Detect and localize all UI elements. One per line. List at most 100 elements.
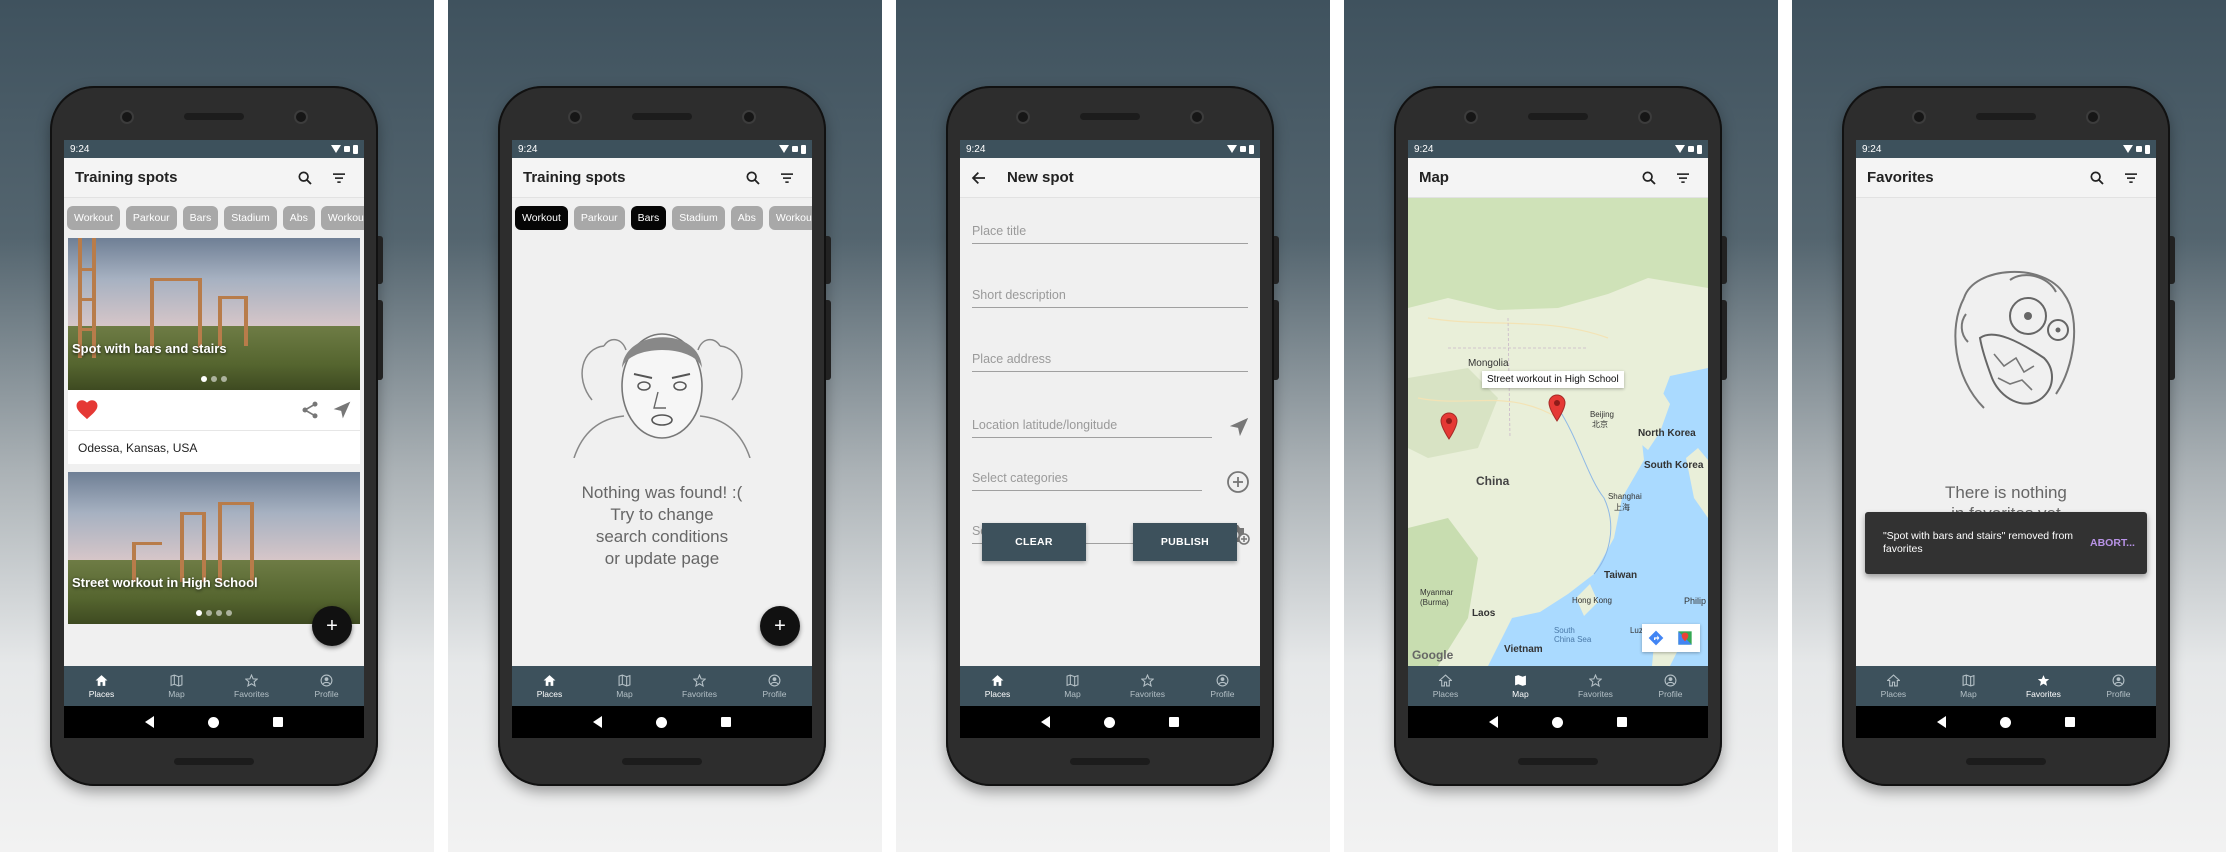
- nav-places[interactable]: Places: [64, 666, 139, 706]
- heart-icon[interactable]: [76, 400, 98, 420]
- add-circle-icon[interactable]: [1226, 470, 1250, 494]
- clear-button[interactable]: CLEAR: [981, 523, 1086, 561]
- system-home-button[interactable]: [1103, 716, 1115, 728]
- chip-abs[interactable]: Abs: [282, 206, 315, 230]
- chip-bars[interactable]: Bars: [182, 206, 219, 230]
- spot-photo[interactable]: Spot with bars and stairs: [68, 238, 360, 390]
- panel-map: 9:24 Map Mongolia Beijing 北京 North Korea…: [1343, 0, 1778, 852]
- publish-button[interactable]: PUBLISH: [1132, 523, 1237, 561]
- marker-info-window[interactable]: Street workout in High School: [1481, 371, 1624, 388]
- system-recents-button[interactable]: [2064, 717, 2075, 727]
- system-back-button[interactable]: [592, 716, 602, 728]
- nav-profile[interactable]: Profile: [1185, 666, 1260, 706]
- back-arrow-icon[interactable]: [971, 170, 987, 186]
- navigate-icon[interactable]: [1228, 416, 1250, 438]
- snackbar-abort-button[interactable]: ABORT...: [2090, 537, 2135, 549]
- system-home-button[interactable]: [655, 716, 667, 728]
- system-home-button[interactable]: [208, 716, 219, 728]
- system-recents-button[interactable]: [720, 717, 731, 727]
- power-button: [825, 236, 831, 284]
- nav-label: Map: [168, 689, 185, 699]
- nav-label: Map: [1960, 689, 1977, 699]
- chip-workout-2[interactable]: Workout: [320, 206, 364, 230]
- filter-button[interactable]: [1669, 164, 1697, 192]
- nav-places[interactable]: Places: [1856, 666, 1931, 706]
- map-pin-icon[interactable]: [1440, 412, 1458, 440]
- filter-icon: [1676, 172, 1689, 183]
- chip-abs[interactable]: Abs: [730, 206, 763, 230]
- chip-parkour[interactable]: Parkour: [573, 206, 625, 230]
- add-spot-fab[interactable]: +: [759, 606, 800, 646]
- nav-favorites[interactable]: Favorites: [1558, 666, 1633, 706]
- directions-icon[interactable]: [1648, 630, 1664, 646]
- nav-favorites[interactable]: Favorites: [662, 666, 737, 706]
- short-description-field[interactable]: Short description: [971, 288, 1248, 308]
- share-icon[interactable]: [300, 400, 320, 420]
- system-back-button[interactable]: [145, 716, 154, 728]
- filter-button[interactable]: [2117, 164, 2145, 192]
- google-maps-icon[interactable]: [1677, 630, 1693, 646]
- photo-pole: [202, 512, 206, 582]
- spot-caption: Street workout in High School: [72, 575, 258, 590]
- front-camera: [1463, 110, 1478, 124]
- nav-label: Profile: [1210, 689, 1235, 699]
- chip-stadium[interactable]: Stadium: [672, 206, 725, 230]
- nav-places[interactable]: Places: [512, 666, 587, 706]
- status-bar: 9:24: [64, 140, 364, 158]
- bottom-speaker: [1069, 758, 1150, 765]
- location-field[interactable]: Location latitude/longitude: [971, 418, 1212, 438]
- nav-profile[interactable]: Profile: [2081, 666, 2156, 706]
- screen: 9:24 Map Mongolia Beijing 北京 North Korea…: [1407, 140, 1708, 738]
- nav-map[interactable]: Map: [1483, 666, 1558, 706]
- system-back-button[interactable]: [1040, 716, 1050, 728]
- chip-bars[interactable]: Bars: [630, 206, 667, 230]
- map-view[interactable]: Mongolia Beijing 北京 North Korea South Ko…: [1407, 198, 1708, 666]
- filter-button[interactable]: [773, 164, 801, 192]
- nav-favorites[interactable]: Favorites: [2006, 666, 2081, 706]
- search-button[interactable]: [739, 164, 767, 192]
- system-back-button[interactable]: [1488, 716, 1498, 728]
- power-button: [378, 236, 383, 284]
- volume-button: [825, 300, 831, 380]
- chip-stadium[interactable]: Stadium: [224, 206, 277, 230]
- categories-field[interactable]: Select categories: [971, 471, 1202, 491]
- system-home-button[interactable]: [1551, 716, 1563, 728]
- screen: 9:24 New spot Place title Short descript…: [959, 140, 1260, 738]
- system-recents-button[interactable]: [1616, 717, 1627, 727]
- map-pin-icon[interactable]: [1548, 394, 1566, 422]
- search-button[interactable]: [2083, 164, 2111, 192]
- search-button[interactable]: [291, 164, 319, 192]
- nav-map[interactable]: Map: [1931, 666, 2006, 706]
- nav-favorites[interactable]: Favorites: [214, 666, 289, 706]
- add-spot-fab[interactable]: +: [312, 606, 352, 646]
- chip-workout[interactable]: Workout: [67, 206, 120, 230]
- filter-button[interactable]: [325, 164, 353, 192]
- search-button[interactable]: [1635, 164, 1663, 192]
- nav-places[interactable]: Places: [960, 666, 1035, 706]
- spot-card[interactable]: Street workout in High School: [68, 472, 360, 624]
- nav-map[interactable]: Map: [587, 666, 662, 706]
- status-time: 9:24: [1413, 143, 1434, 155]
- nav-map[interactable]: Map: [139, 666, 214, 706]
- nav-profile[interactable]: Profile: [737, 666, 812, 706]
- spot-card[interactable]: Spot with bars and stairs Odessa, Kansas…: [68, 238, 360, 464]
- status-time: 9:24: [70, 143, 90, 155]
- nav-map[interactable]: Map: [1035, 666, 1110, 706]
- chip-parkour[interactable]: Parkour: [125, 206, 177, 230]
- system-nav-bar: [511, 706, 812, 738]
- nav-profile[interactable]: Profile: [1633, 666, 1708, 706]
- navigate-icon[interactable]: [332, 400, 352, 420]
- chip-workout[interactable]: Workout: [514, 206, 568, 230]
- system-recents-button[interactable]: [1168, 717, 1179, 727]
- place-title-field[interactable]: Place title: [971, 224, 1248, 244]
- place-address-field[interactable]: Place address: [971, 352, 1248, 372]
- system-back-button[interactable]: [1936, 716, 1946, 728]
- nav-places[interactable]: Places: [1408, 666, 1483, 706]
- system-home-button[interactable]: [1999, 716, 2011, 728]
- nav-profile[interactable]: Profile: [289, 666, 364, 706]
- nav-favorites[interactable]: Favorites: [1110, 666, 1185, 706]
- system-recents-button[interactable]: [273, 717, 283, 727]
- map-label-vietnam: Vietnam: [1503, 644, 1543, 655]
- spot-photo[interactable]: Street workout in High School: [68, 472, 360, 624]
- chip-workout-2[interactable]: Workout: [768, 206, 812, 230]
